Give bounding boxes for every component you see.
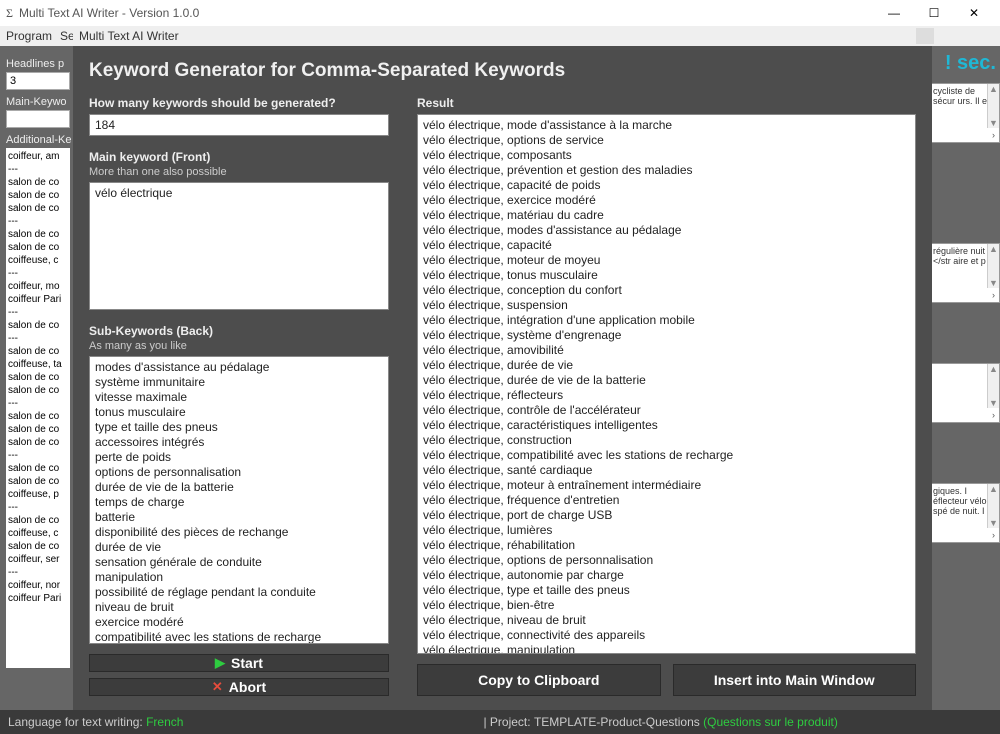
chevron-right-icon: › [992, 130, 995, 140]
cancel-icon: ✕ [212, 679, 223, 695]
close-button[interactable]: ✕ [954, 0, 994, 26]
sub-keywords-textarea[interactable] [89, 356, 389, 644]
headlines-input[interactable] [6, 72, 70, 90]
main-left-panel: Headlines p Main-Keywo Additional-Ke coi… [0, 46, 75, 710]
preview-box-3[interactable]: › [930, 363, 1000, 423]
status-language-value: French [146, 715, 183, 729]
additional-keywords-label: Additional-Ke [6, 134, 69, 146]
insert-main-button[interactable]: Insert into Main Window [673, 664, 917, 696]
result-textarea[interactable] [417, 114, 916, 654]
sec-badge: ! sec. [930, 52, 1000, 75]
inner-close-button[interactable] [916, 28, 934, 44]
keywords-list-fragment[interactable]: coiffeur, am---salon de cosalon de cosal… [6, 148, 70, 668]
play-icon: ▶ [215, 655, 225, 671]
status-language-label: Language for text writing: [8, 715, 143, 729]
start-button[interactable]: ▶Start [89, 654, 389, 672]
inner-window-title: Multi Text AI Writer [79, 29, 179, 43]
window-title: Multi Text AI Writer - Version 1.0.0 [19, 6, 874, 20]
dialog-title: Keyword Generator for Comma-Separated Ke… [89, 60, 916, 82]
main-keyword-input[interactable] [6, 110, 70, 128]
main-keyword-hint: More than one also possible [89, 166, 389, 178]
status-project-note: (Questions sur le produit) [703, 715, 838, 729]
main-right-panel: ! sec. cycliste de sécur urs. Il e › rég… [930, 46, 1000, 710]
menu-program[interactable]: Program [6, 29, 52, 43]
status-project-value: TEMPLATE-Product-Questions [534, 715, 700, 729]
main-keyword-textarea[interactable] [89, 182, 389, 310]
preview-box-1[interactable]: cycliste de sécur urs. Il e › [930, 83, 1000, 143]
count-label: How many keywords should be generated? [89, 96, 389, 110]
preview-box-4[interactable]: giques. I éflecteur vélo spé de nuit. I› [930, 483, 1000, 543]
minimize-button[interactable]: — [874, 0, 914, 26]
sub-keywords-label: Sub-Keywords (Back) [89, 324, 389, 338]
maximize-button[interactable]: ☐ [914, 0, 954, 26]
keyword-generator-dialog: Keyword Generator for Comma-Separated Ke… [73, 46, 932, 710]
result-label: Result [417, 96, 916, 110]
headlines-label: Headlines p [6, 58, 69, 70]
count-input[interactable] [89, 114, 389, 136]
chevron-right-icon: › [992, 290, 995, 300]
app-icon: Σ [6, 6, 13, 21]
sub-keywords-hint: As many as you like [89, 340, 389, 352]
main-keyword-label: Main-Keywo [6, 96, 69, 108]
chevron-right-icon: › [992, 530, 995, 540]
status-project-label: Project: [490, 715, 531, 729]
inner-window-titlebar: Multi Text AI Writer [73, 26, 940, 46]
copy-clipboard-button[interactable]: Copy to Clipboard [417, 664, 661, 696]
window-titlebar: Σ Multi Text AI Writer - Version 1.0.0 —… [0, 0, 1000, 26]
statusbar: Language for text writing: French | Proj… [0, 710, 1000, 734]
chevron-right-icon: › [992, 410, 995, 420]
main-keyword-label: Main keyword (Front) [89, 150, 389, 164]
preview-box-2[interactable]: régulière nuit </str aire et p› [930, 243, 1000, 303]
abort-button[interactable]: ✕Abort [89, 678, 389, 696]
